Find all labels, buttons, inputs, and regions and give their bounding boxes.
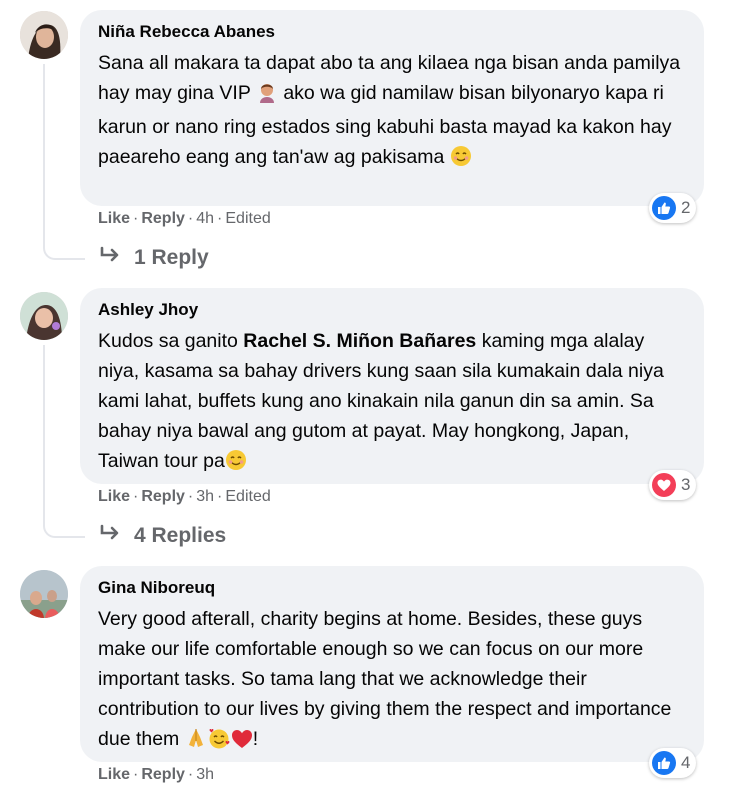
reply-arrow-icon bbox=[100, 246, 122, 270]
smiling-face-emoji-icon bbox=[225, 449, 247, 480]
reply-arrow-icon bbox=[100, 524, 122, 548]
separator: · bbox=[187, 210, 194, 227]
timestamp[interactable]: 3h bbox=[196, 766, 214, 783]
reaction-badge[interactable]: 4 bbox=[649, 748, 697, 778]
comment-bubble: Ashley Jhoy Kudos sa ganito Rachel S. Mi… bbox=[80, 288, 704, 484]
avatar[interactable] bbox=[20, 292, 68, 340]
like-icon bbox=[652, 751, 676, 775]
comment-actions: Like · Reply · 3h bbox=[98, 765, 214, 785]
comment-actions: Like · Reply · 4h · Edited bbox=[98, 209, 271, 229]
separator: · bbox=[187, 488, 194, 505]
separator: · bbox=[187, 766, 194, 783]
replies-count-label: 1 Reply bbox=[134, 246, 209, 269]
comment-bubble: Gina Niboreuq Very good afterall, charit… bbox=[80, 566, 704, 762]
separator: · bbox=[217, 210, 223, 227]
view-replies-button[interactable]: 4 Replies bbox=[100, 524, 226, 548]
folded-hands-emoji-icon bbox=[185, 727, 207, 758]
avatar-photo bbox=[20, 570, 68, 618]
comment-author[interactable]: Ashley Jhoy bbox=[98, 300, 686, 320]
reaction-count: 4 bbox=[681, 753, 691, 772]
heart-icon bbox=[652, 473, 676, 497]
thread-line bbox=[43, 64, 45, 242]
reply-link[interactable]: Reply bbox=[141, 210, 185, 227]
red-heart-emoji-icon bbox=[231, 728, 253, 758]
like-link[interactable]: Like bbox=[98, 766, 130, 783]
separator: · bbox=[133, 210, 139, 227]
separator: · bbox=[133, 488, 139, 505]
comment-author[interactable]: Niña Rebecca Abanes bbox=[98, 22, 686, 42]
comment-text: Sana all makara ta dapat abo ta ang kila… bbox=[98, 48, 686, 176]
thread-connector bbox=[43, 236, 85, 260]
comment-text-part: ! bbox=[252, 728, 259, 750]
comment-author[interactable]: Gina Niboreuq bbox=[98, 578, 686, 598]
comment-bubble: Niña Rebecca Abanes Sana all makara ta d… bbox=[80, 10, 704, 206]
thread-line bbox=[43, 345, 45, 520]
reaction-count: 2 bbox=[681, 198, 691, 217]
reaction-count: 3 bbox=[681, 475, 691, 494]
avatar[interactable] bbox=[20, 570, 68, 618]
timestamp[interactable]: 4h bbox=[196, 210, 214, 227]
avatar-photo bbox=[20, 292, 68, 340]
view-replies-button[interactable]: 1 Reply bbox=[100, 246, 209, 270]
comment-text: Very good afterall, charity begins at ho… bbox=[98, 604, 686, 758]
comment-text: Kudos sa ganito Rachel S. Miñon Bañares … bbox=[98, 326, 686, 480]
avatar-photo bbox=[20, 11, 68, 59]
comment-actions: Like · Reply · 3h · Edited bbox=[98, 487, 271, 507]
separator: · bbox=[133, 766, 139, 783]
smiling-face-emoji-icon bbox=[450, 145, 472, 176]
like-link[interactable]: Like bbox=[98, 210, 130, 227]
reaction-badge[interactable]: 3 bbox=[649, 470, 697, 500]
timestamp[interactable]: 3h bbox=[196, 488, 214, 505]
thread-connector bbox=[43, 514, 85, 538]
comment-text-part: Kudos sa ganito bbox=[98, 330, 238, 352]
avatar[interactable] bbox=[20, 11, 68, 59]
like-icon bbox=[652, 196, 676, 220]
edited-label: Edited bbox=[225, 488, 271, 505]
reply-link[interactable]: Reply bbox=[141, 766, 185, 783]
comment-thread: Niña Rebecca Abanes Sana all makara ta d… bbox=[0, 0, 750, 795]
reaction-badge[interactable]: 2 bbox=[649, 193, 697, 223]
mentioned-user[interactable]: Rachel S. Miñon Bañares bbox=[243, 330, 476, 352]
separator: · bbox=[217, 488, 223, 505]
smiling-face-with-hearts-emoji-icon bbox=[207, 727, 231, 758]
like-link[interactable]: Like bbox=[98, 488, 130, 505]
edited-label: Edited bbox=[225, 210, 271, 227]
replies-count-label: 4 Replies bbox=[134, 524, 227, 547]
reply-link[interactable]: Reply bbox=[141, 488, 185, 505]
woman-shrugging-emoji-icon bbox=[256, 81, 278, 112]
